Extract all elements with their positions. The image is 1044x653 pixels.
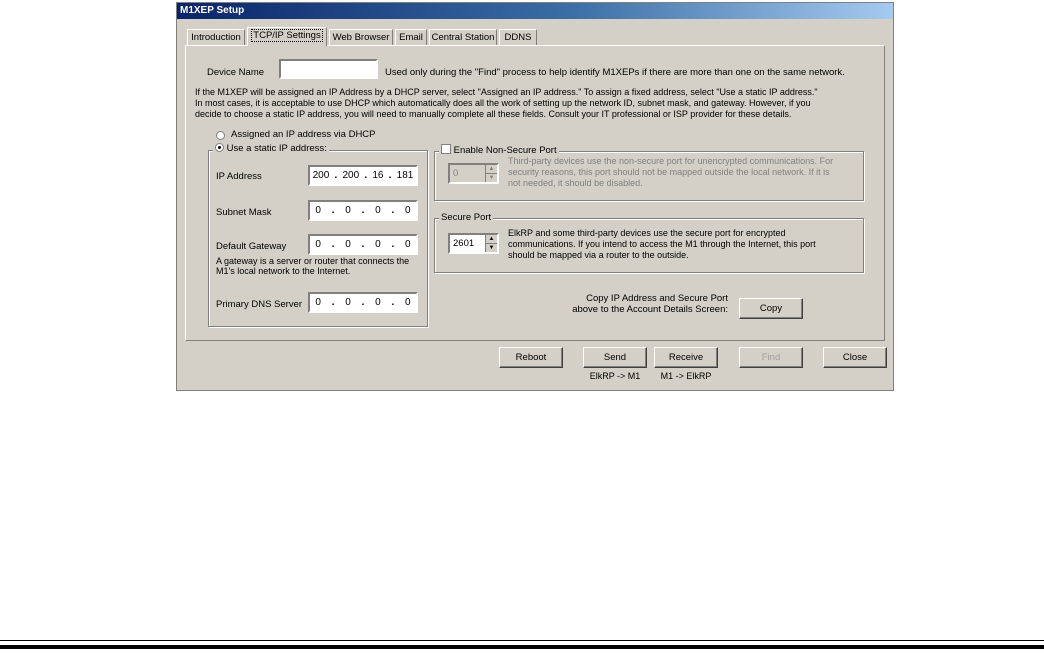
nonsecure-desc: Third-party devices use the non-secure p… bbox=[508, 156, 833, 189]
dhcp-label: Assigned an IP address via DHCP bbox=[231, 129, 376, 140]
nonsecure-desc-line: Third-party devices use the non-secure p… bbox=[508, 156, 834, 166]
nonsecure-label: Enable Non-Secure Port bbox=[453, 145, 557, 156]
ip-octet: 0 bbox=[375, 239, 381, 250]
static-radio[interactable] bbox=[215, 143, 224, 152]
ip-octet: 0 bbox=[315, 205, 321, 216]
nonsecure-legend: Enable Non-Secure Port bbox=[439, 144, 559, 156]
ip-octet: 0 bbox=[315, 297, 321, 308]
window-title: M1XEP Setup bbox=[180, 5, 245, 16]
gateway-field[interactable]: 0. 0. 0. 0 bbox=[308, 234, 418, 255]
ip-octet: 0 bbox=[345, 239, 351, 250]
ip-address-field[interactable]: 200. 200. 16. 181 bbox=[308, 165, 418, 186]
static-ip-legend: Use a static IP address: bbox=[213, 143, 329, 154]
ip-octet: 200 bbox=[342, 170, 360, 181]
tab-introduction[interactable]: Introduction bbox=[187, 29, 245, 45]
receive-button[interactable]: Receive bbox=[654, 347, 718, 368]
dns-field[interactable]: 0. 0. 0. 0 bbox=[308, 292, 418, 313]
nonsecure-checkbox[interactable] bbox=[441, 144, 451, 154]
spin-down-icon[interactable]: ▼ bbox=[486, 174, 497, 183]
gateway-note-line: A gateway is a server or router that con… bbox=[216, 256, 410, 266]
dhcp-radio[interactable] bbox=[216, 131, 225, 140]
nonsecure-desc-line: security reasons, this port should not b… bbox=[508, 167, 830, 177]
ip-octet: 16 bbox=[372, 170, 384, 181]
secure-port-value: 2601 bbox=[453, 238, 475, 249]
find-button[interactable]: Find bbox=[739, 347, 803, 368]
nonsecure-desc-line: not needed, it should be disabled. bbox=[508, 178, 643, 188]
device-name-input[interactable] bbox=[279, 59, 378, 79]
static-label: Use a static IP address: bbox=[226, 143, 327, 154]
ip-octet: 200 bbox=[312, 170, 330, 181]
device-name-note: Used only during the "Find" process to h… bbox=[385, 67, 845, 78]
ip-octet: 0 bbox=[345, 205, 351, 216]
ip-octet: 181 bbox=[396, 170, 414, 181]
send-caption: ElkRP -> M1 bbox=[589, 371, 641, 381]
copy-instructions: Copy IP Address and Secure Port above to… bbox=[553, 293, 728, 315]
secure-port-field[interactable]: 2601 ▲ ▼ bbox=[448, 233, 499, 254]
nonsecure-spinner[interactable]: ▲ ▼ bbox=[485, 165, 497, 182]
ip-octet: 0 bbox=[405, 205, 411, 216]
nonsecure-port-field[interactable]: 0 ▲ ▼ bbox=[448, 163, 499, 184]
subnet-mask-field[interactable]: 0. 0. 0. 0 bbox=[308, 200, 418, 221]
tab-web-browser[interactable]: Web Browser bbox=[329, 29, 393, 45]
nonsecure-port-value: 0 bbox=[453, 168, 459, 179]
secure-port-legend: Secure Port bbox=[439, 212, 494, 223]
ip-octet: 0 bbox=[315, 239, 321, 250]
footer-rule-thick bbox=[0, 645, 1044, 649]
reboot-button[interactable]: Reboot bbox=[499, 347, 563, 368]
tab-tcpip-settings[interactable]: TCP/IP Settings bbox=[247, 27, 327, 46]
spin-up-icon[interactable]: ▲ bbox=[486, 165, 497, 174]
intro-line: decide to choose a static IP address, yo… bbox=[195, 109, 792, 119]
intro-line: In most cases, it is acceptable to use D… bbox=[195, 98, 811, 108]
close-button[interactable]: Close bbox=[823, 347, 887, 368]
dns-label: Primary DNS Server bbox=[216, 299, 303, 310]
secure-spinner[interactable]: ▲ ▼ bbox=[485, 235, 497, 252]
subnet-mask-label: Subnet Mask bbox=[216, 207, 272, 218]
tab-email[interactable]: Email bbox=[395, 29, 427, 45]
setup-window: M1XEP Setup Introduction TCP/IP Settings… bbox=[176, 2, 894, 391]
secure-desc-line: should be mapped via a router to the out… bbox=[508, 250, 689, 260]
copy-button[interactable]: Copy bbox=[739, 298, 803, 319]
secure-desc-line: ElkRP and some third-party devices use t… bbox=[508, 228, 786, 238]
receive-caption: M1 -> ElkRP bbox=[660, 371, 712, 381]
title-bar: M1XEP Setup bbox=[177, 3, 893, 19]
ip-octet: 0 bbox=[375, 205, 381, 216]
spin-down-icon[interactable]: ▼ bbox=[486, 244, 497, 253]
device-name-label: Device Name bbox=[207, 67, 265, 78]
footer-rule-thin bbox=[0, 640, 1044, 641]
ip-octet: 0 bbox=[375, 297, 381, 308]
secure-desc: ElkRP and some third-party devices use t… bbox=[508, 228, 816, 261]
tab-central-station[interactable]: Central Station bbox=[429, 29, 497, 45]
ip-address-label: IP Address bbox=[216, 171, 262, 182]
send-button[interactable]: Send bbox=[583, 347, 647, 368]
gateway-note-line: M1's local network to the Internet. bbox=[216, 266, 351, 276]
spin-up-icon[interactable]: ▲ bbox=[486, 235, 497, 244]
secure-desc-line: communications. If you intend to access … bbox=[508, 239, 816, 249]
intro-line: If the M1XEP will be assigned an IP Addr… bbox=[195, 87, 818, 97]
ip-octet: 0 bbox=[405, 297, 411, 308]
gateway-label: Default Gateway bbox=[216, 241, 287, 252]
intro-text: If the M1XEP will be assigned an IP Addr… bbox=[195, 87, 818, 120]
gateway-note: A gateway is a server or router that con… bbox=[216, 256, 409, 276]
copy-text-line: Copy IP Address and Secure Port bbox=[586, 293, 728, 304]
copy-text-line: above to the Account Details Screen: bbox=[572, 304, 728, 315]
ip-octet: 0 bbox=[345, 297, 351, 308]
ip-octet: 0 bbox=[405, 239, 411, 250]
tab-ddns[interactable]: DDNS bbox=[499, 29, 537, 45]
